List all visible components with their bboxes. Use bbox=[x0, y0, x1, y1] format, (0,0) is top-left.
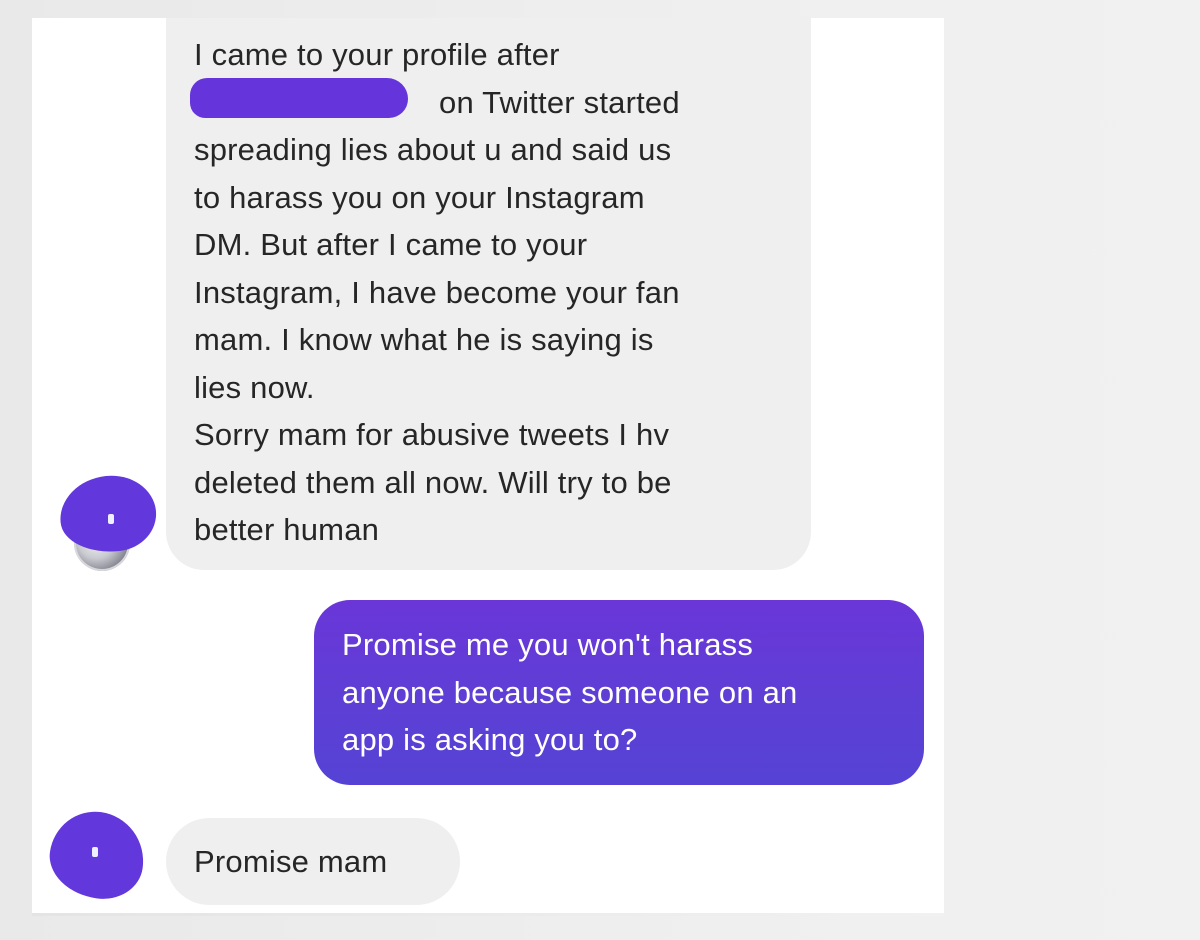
message-line: Promise me you won't harass bbox=[342, 627, 754, 662]
message-line: Instagram, I have become your fan bbox=[194, 274, 680, 310]
message-line: to harass you on your Instagram bbox=[194, 179, 645, 215]
outgoing-message-bubble[interactable]: Promise me you won't harass anyone becau… bbox=[314, 600, 924, 785]
message-line: spreading lies about u and said us bbox=[194, 132, 672, 167]
message-line: better human bbox=[194, 512, 380, 547]
message-line: Sorry mam for abusive tweets I hv bbox=[194, 417, 670, 452]
message-line: lies now. bbox=[194, 369, 315, 405]
redaction-scribble bbox=[190, 78, 408, 118]
message-line: app is asking you to? bbox=[342, 722, 638, 757]
message-line: DM. But after I came to your bbox=[194, 227, 588, 262]
message-line: I came to your profile after bbox=[194, 37, 560, 72]
message-line: anyone because someone on an bbox=[342, 674, 798, 710]
message-line: Promise mam bbox=[194, 844, 388, 879]
divider bbox=[32, 913, 944, 916]
avatar-glint bbox=[108, 514, 114, 524]
message-thread[interactable]: I came to your profile after on Twitter … bbox=[32, 18, 944, 916]
message-line: deleted them all now. Will try to be bbox=[194, 464, 672, 500]
screenshot-canvas: I came to your profile after on Twitter … bbox=[0, 0, 1200, 940]
message-line: mam. I know what he is saying is bbox=[194, 322, 654, 357]
avatar-glint bbox=[92, 847, 98, 857]
incoming-message-bubble[interactable]: Promise mam bbox=[166, 818, 460, 905]
